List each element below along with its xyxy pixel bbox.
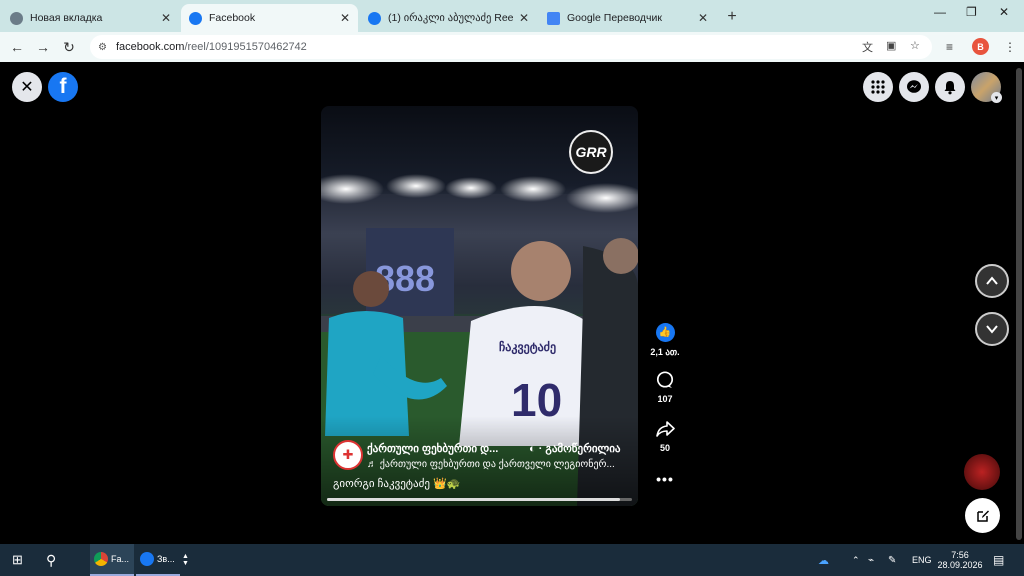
url-path: /reel/1091951570462742 (184, 41, 307, 53)
comment-action[interactable]: 107 (646, 371, 684, 404)
compose-icon (976, 510, 989, 522)
reels-viewer: ✕ f ▾ 888 ჩაკვეტაძე 10 GRR ✚ ქართული ფეხ… (0, 64, 1024, 544)
reload-icon[interactable]: ↻ (56, 39, 82, 56)
menu-grid-icon[interactable] (863, 72, 893, 102)
chevron-up-icon (986, 276, 998, 285)
audio-track[interactable]: ♬ ქართული ფეხბურთი და ქართველი ლეგიონერ.… (367, 459, 615, 470)
previous-reel-button[interactable] (975, 264, 1009, 298)
channel-watermark: GRR (569, 130, 613, 174)
browser-toolbar: ← → ↻ ⚙ facebook.com/reel/10919515704627… (0, 32, 1024, 62)
tab-title: Новая вкладка (30, 12, 103, 24)
windows-taskbar: ⊞ ⚲ Fa... Зв... ▲ ▼ ☁ ⌃ ⌁ ✎ ENG 7:56 28.0… (0, 544, 1024, 576)
url-host: facebook.com (115, 41, 185, 53)
windows-start-icon[interactable]: ⊞ (12, 544, 23, 576)
clock[interactable]: 7:56 28.09.2026 (937, 544, 983, 576)
tab-new-tab[interactable]: Новая вкладка ✕ (2, 4, 179, 32)
thumbs-up-icon: 👍 (655, 323, 675, 342)
close-tab-icon[interactable]: ✕ (519, 11, 529, 25)
more-options-icon[interactable]: ••• (646, 471, 684, 487)
video-progress-fill (327, 498, 620, 501)
tab-facebook[interactable]: Facebook ✕ (181, 4, 358, 32)
google-translate-icon (547, 11, 560, 25)
menu-kebab-icon[interactable]: ⋮ (1004, 40, 1016, 54)
clock-date: 28.09.2026 (937, 560, 983, 570)
account-chevron-icon[interactable]: ▾ (991, 92, 1002, 103)
video-progress-track[interactable] (327, 498, 632, 501)
clock-time: 7:56 (951, 550, 969, 560)
facebook-icon (368, 11, 381, 25)
close-tab-icon[interactable]: ✕ (698, 11, 708, 25)
taskbar-facebook[interactable]: Зв... (136, 544, 180, 576)
bookmark-star-icon[interactable]: ☆ (910, 39, 920, 52)
profile-avatar[interactable]: B (972, 38, 989, 55)
notifications-icon[interactable]: ▤ (993, 544, 1004, 576)
facebook-logo-icon[interactable]: f (48, 72, 78, 102)
page-scrollbar[interactable] (1016, 68, 1022, 540)
page-name[interactable]: ქართული ფეხბურთი დ... (367, 442, 498, 455)
network-icon[interactable]: ⌁ (868, 544, 874, 576)
show-hidden-icons[interactable]: ⌃ (852, 544, 860, 576)
pen-icon[interactable]: ✎ (888, 544, 896, 576)
follow-status[interactable]: ◐ · გამოწერილია (529, 442, 621, 455)
facebook-icon (140, 552, 154, 566)
media-controls-icon[interactable]: ≡ (946, 40, 953, 54)
like-count: 2,1 ათ. (650, 347, 680, 357)
new-tab-button[interactable]: + (720, 5, 744, 29)
tab-title: Facebook (209, 12, 256, 24)
chrome-icon (94, 552, 108, 566)
reel-caption: გიორგი ჩაკვეტაძე 👑🐢 (333, 478, 461, 490)
install-app-icon[interactable]: ▣ (886, 39, 896, 52)
comment-count: 107 (657, 394, 673, 404)
site-settings-icon[interactable]: ⚙ (98, 42, 107, 53)
messenger-icon[interactable] (899, 72, 929, 102)
close-reel-button[interactable]: ✕ (12, 72, 42, 102)
taskbar-chrome[interactable]: Fa... (90, 544, 134, 576)
svg-text:ჩაკვეტაძე: ჩაკვეტაძე (499, 340, 556, 355)
globe-icon: ◐ (529, 443, 539, 455)
like-action[interactable]: 👍 2,1 ათ. (646, 323, 684, 358)
address-bar[interactable]: ⚙ facebook.com/reel/1091951570462742 文 ▣… (90, 35, 932, 59)
search-icon[interactable]: ⚲ (46, 544, 56, 576)
close-tab-icon[interactable]: ✕ (161, 11, 171, 25)
follow-label: · გამოწერილია (538, 443, 621, 455)
page-avatar[interactable]: ✚ (333, 440, 363, 470)
share-action[interactable]: 50 (646, 420, 684, 453)
share-count: 50 (659, 443, 670, 453)
new-message-button[interactable] (965, 498, 1000, 533)
next-reel-button[interactable] (975, 312, 1009, 346)
taskbar-scroll-arrows[interactable]: ▲ ▼ (182, 544, 189, 576)
onedrive-icon[interactable]: ☁ (818, 544, 829, 576)
notifications-bell-icon[interactable] (935, 72, 965, 102)
back-arrow-icon[interactable]: ← (4, 39, 30, 55)
reel-video[interactable]: 888 ჩაკვეტაძე 10 GRR ✚ ქართული ფეხბურთი … (321, 106, 638, 506)
taskbar-chrome-label: Fa... (111, 554, 130, 564)
tab-title: (1) ირაკლი აბულაძე Reels | F (388, 12, 513, 24)
taskbar-fb-label: Зв... (157, 554, 175, 564)
forward-arrow-icon[interactable]: → (30, 39, 56, 55)
tab-reels[interactable]: (1) ირაკლი აბულაძე Reels | F ✕ (360, 4, 537, 32)
tab-strip: Новая вкладка ✕ Facebook ✕ (1) ირაკლი აბ… (0, 0, 1024, 32)
chevron-down-icon (986, 325, 998, 334)
comment-icon (656, 371, 674, 388)
translate-icon[interactable]: 文 (862, 39, 873, 55)
restore-icon[interactable]: ❐ (966, 5, 977, 19)
language-indicator[interactable]: ENG (912, 544, 932, 576)
close-tab-icon[interactable]: ✕ (340, 11, 350, 25)
tab-google-translate[interactable]: Google Переводчик ✕ (539, 4, 716, 32)
close-window-icon[interactable]: ✕ (999, 5, 1009, 19)
minimize-icon[interactable]: — (934, 5, 946, 19)
chrome-icon (10, 11, 23, 25)
facebook-icon (189, 11, 202, 25)
share-icon (655, 421, 675, 437)
contact-avatar[interactable] (964, 454, 1000, 490)
tab-title: Google Переводчик (567, 12, 662, 24)
